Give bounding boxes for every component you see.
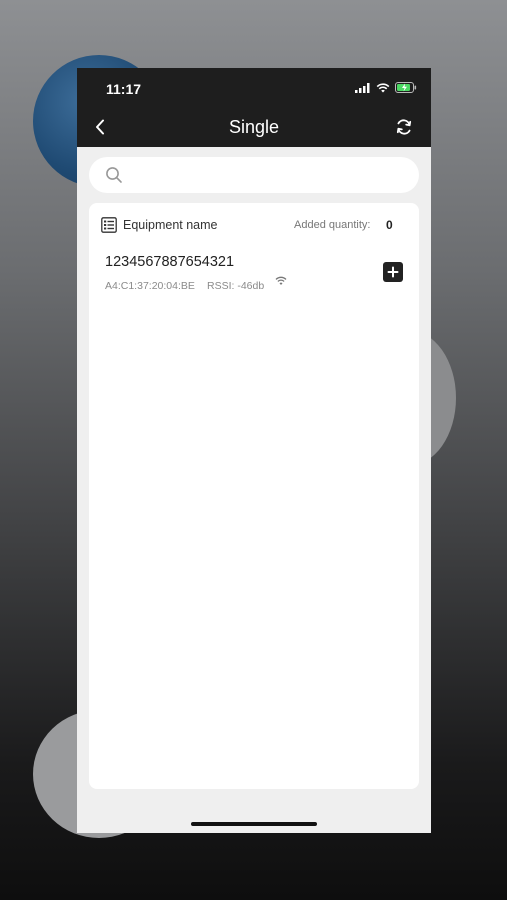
refresh-button[interactable] [393, 116, 415, 138]
equipment-name-header: Equipment name [123, 218, 218, 232]
added-quantity-count: 0 [386, 218, 393, 232]
wifi-icon [376, 82, 390, 92]
page-title: Single [228, 117, 280, 137]
cellular-signal-icon [355, 82, 370, 93]
list-icon [101, 217, 117, 233]
battery-charging-icon [395, 82, 417, 93]
home-indicator [191, 822, 317, 826]
status-time: 11:17 [106, 81, 142, 97]
device-rssi: RSSI: -46db [207, 280, 265, 292]
device-list-card: Equipment name Added quantity: 0 1234567… [89, 203, 419, 789]
status-icons [355, 82, 417, 93]
add-device-button[interactable] [383, 262, 403, 282]
device-name: 1234567887654321 [105, 254, 235, 270]
plus-icon [387, 266, 399, 278]
device-mac: A4:C1:37:20:04:BE [105, 280, 195, 292]
search-bar[interactable] [89, 157, 419, 195]
added-quantity-label: Added quantity: [294, 219, 371, 231]
search-input[interactable] [133, 157, 407, 195]
phone-screen: 11:17 Single Equipment name Added quanti… [77, 68, 431, 833]
app-header: 11:17 Single [77, 68, 431, 147]
background: 11:17 Single Equipment name Added quanti… [0, 0, 507, 900]
refresh-icon [396, 119, 412, 135]
search-icon [106, 167, 122, 183]
wifi-signal-icon [275, 276, 287, 285]
list-item[interactable]: 1234567887654321 A4:C1:37:20:04:BE RSSI:… [89, 248, 419, 304]
